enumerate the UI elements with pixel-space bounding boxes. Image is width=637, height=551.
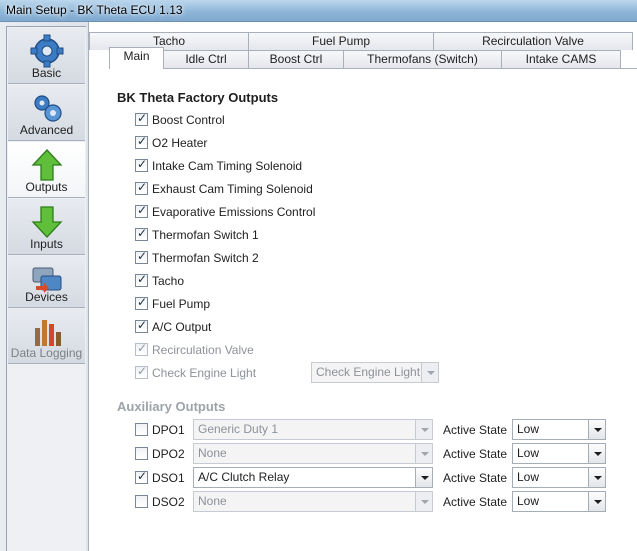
dso1-function-select[interactable]: A/C Clutch Relay xyxy=(193,467,433,488)
dso1-function-value: A/C Clutch Relay xyxy=(198,470,290,484)
thermofan-1-checkbox[interactable] xyxy=(135,226,148,241)
ac-output-label: A/C Output xyxy=(152,320,212,334)
dpo2-active-state-select[interactable]: Low xyxy=(512,443,606,464)
active-state-label: Active State xyxy=(443,471,508,485)
active-state-label: Active State xyxy=(443,423,508,437)
tab-intake-cams[interactable]: Intake CAMS xyxy=(501,50,621,68)
fuel-pump-label: Fuel Pump xyxy=(152,297,211,311)
dso2-label: DSO2 xyxy=(152,495,185,509)
dpo2-checkbox[interactable] xyxy=(135,447,148,460)
chevron-down-icon xyxy=(415,492,432,511)
dpo2-function-value: None xyxy=(198,446,227,460)
chevron-down-icon xyxy=(415,420,432,439)
chevron-down-icon xyxy=(415,468,432,487)
tab-boost-ctrl[interactable]: Boost Ctrl xyxy=(248,50,344,68)
tab-main[interactable]: Main xyxy=(109,47,164,69)
dpo1-checkbox[interactable] xyxy=(135,423,148,436)
tab-fuel-pump[interactable]: Fuel Pump xyxy=(248,32,434,50)
dpo1-function-value: Generic Duty 1 xyxy=(198,422,279,436)
dpo1-active-state-select[interactable]: Low xyxy=(512,419,606,440)
sidebar-item-label: Basic xyxy=(31,66,62,80)
dso2-function-select[interactable]: None xyxy=(193,491,433,512)
chevron-down-icon xyxy=(415,444,432,463)
tacho-checkbox[interactable] xyxy=(135,272,148,287)
sidebar-item-label: Advanced xyxy=(19,123,74,137)
sidebar-item-outputs[interactable]: Outputs xyxy=(8,142,85,198)
tacho-label: Tacho xyxy=(152,274,185,288)
tab-strip: Tacho Fuel Pump Recirculation Valve Main… xyxy=(89,22,637,69)
sidebar-item-basic[interactable]: Basic xyxy=(8,28,85,84)
dso2-function-value: None xyxy=(198,494,227,508)
gear-icon xyxy=(30,34,64,68)
dso1-checkbox[interactable] xyxy=(135,469,148,484)
check-engine-light-select[interactable]: Check Engine Light xyxy=(311,362,439,383)
intake-cam-label: Intake Cam Timing Solenoid xyxy=(152,159,303,173)
factory-outputs-title: BK Theta Factory Outputs xyxy=(117,90,279,105)
dso2-checkbox[interactable] xyxy=(135,495,148,508)
sidebar: Basic Advanced Outputs Inputs Devices Da… xyxy=(0,22,89,551)
bar-chart-icon xyxy=(35,320,61,346)
thermofan-1-label: Thermofan Switch 1 xyxy=(152,228,259,242)
tab-recirculation-valve[interactable]: Recirculation Valve xyxy=(433,32,633,50)
exhaust-cam-checkbox[interactable] xyxy=(135,180,148,195)
dpo1-function-select[interactable]: Generic Duty 1 xyxy=(193,419,433,440)
dso2-active-state-value: Low xyxy=(517,494,540,508)
active-state-label: Active State xyxy=(443,447,508,461)
dpo2-label: DPO2 xyxy=(152,447,185,461)
dpo1-label: DPO1 xyxy=(152,423,185,437)
sidebar-item-label: Data Logging xyxy=(10,346,83,360)
window-title: Main Setup - BK Theta ECU 1.13 xyxy=(6,3,183,17)
tab-panel-border xyxy=(109,68,637,69)
evap-emissions-checkbox[interactable] xyxy=(135,203,148,218)
fuel-pump-checkbox[interactable] xyxy=(135,295,148,310)
tab-thermofans-switch[interactable]: Thermofans (Switch) xyxy=(343,50,502,68)
chevron-down-icon xyxy=(421,363,438,382)
check-engine-light-checkbox[interactable] xyxy=(135,364,148,379)
o2-heater-checkbox[interactable] xyxy=(135,134,148,149)
intake-cam-checkbox[interactable] xyxy=(135,157,148,172)
dso1-active-state-value: Low xyxy=(517,470,540,484)
boost-control-label: Boost Control xyxy=(152,113,225,127)
dpo2-function-select[interactable]: None xyxy=(193,443,433,464)
arrow-down-icon xyxy=(31,206,63,238)
recirculation-valve-label: Recirculation Valve xyxy=(152,343,254,357)
sidebar-item-data-logging[interactable]: Data Logging xyxy=(8,308,85,364)
chevron-down-icon xyxy=(588,444,605,463)
sidebar-item-advanced[interactable]: Advanced xyxy=(8,85,85,141)
chevron-down-icon xyxy=(588,468,605,487)
check-engine-light-label: Check Engine Light xyxy=(152,366,257,380)
dpo2-active-state-value: Low xyxy=(517,446,540,460)
chevron-down-icon xyxy=(588,492,605,511)
sidebar-item-label: Outputs xyxy=(25,180,68,194)
active-state-label: Active State xyxy=(443,495,508,509)
sidebar-item-label: Inputs xyxy=(30,237,63,251)
title-bar: Main Setup - BK Theta ECU 1.13 xyxy=(0,0,637,22)
auxiliary-outputs-title: Auxiliary Outputs xyxy=(117,399,226,414)
thermofan-2-checkbox[interactable] xyxy=(135,249,148,264)
evap-emissions-label: Evaporative Emissions Control xyxy=(152,205,316,219)
dpo1-active-state-value: Low xyxy=(517,422,540,436)
thermofan-2-label: Thermofan Switch 2 xyxy=(152,251,259,265)
gears-icon xyxy=(34,95,62,122)
dso1-active-state-select[interactable]: Low xyxy=(512,467,606,488)
ac-output-checkbox[interactable] xyxy=(135,318,148,333)
content-panel: Tacho Fuel Pump Recirculation Valve Main… xyxy=(89,22,637,551)
boost-control-checkbox[interactable] xyxy=(135,111,148,126)
o2-heater-label: O2 Heater xyxy=(152,136,208,150)
sidebar-item-inputs[interactable]: Inputs xyxy=(8,199,85,255)
sidebar-item-label: Devices xyxy=(25,290,68,304)
check-engine-light-select-value: Check Engine Light xyxy=(316,365,421,379)
sidebar-item-devices[interactable]: Devices xyxy=(8,256,85,308)
tab-idle-ctrl[interactable]: Idle Ctrl xyxy=(163,50,249,68)
arrow-up-icon xyxy=(31,149,63,181)
dso1-label: DSO1 xyxy=(152,471,185,485)
chevron-down-icon xyxy=(588,420,605,439)
exhaust-cam-label: Exhaust Cam Timing Solenoid xyxy=(152,182,313,196)
recirculation-valve-checkbox[interactable] xyxy=(135,341,148,356)
dso2-active-state-select[interactable]: Low xyxy=(512,491,606,512)
